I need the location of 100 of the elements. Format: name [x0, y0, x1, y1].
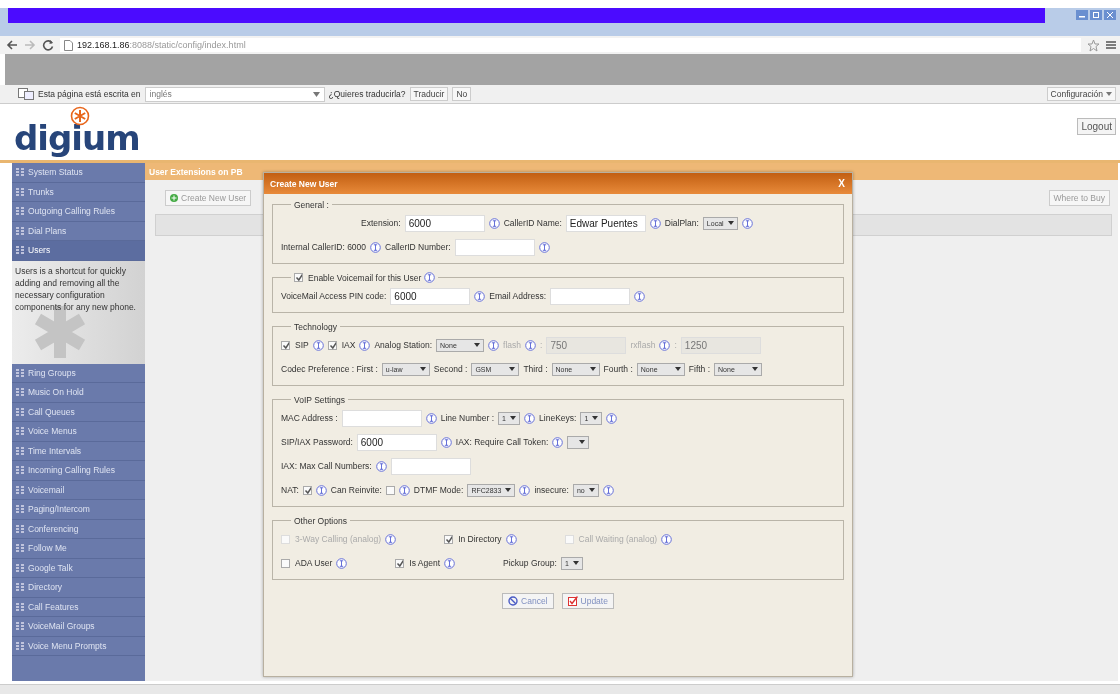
info-icon[interactable]: [336, 557, 348, 569]
checkbox[interactable]: [281, 340, 290, 350]
info-icon[interactable]: [398, 484, 410, 496]
menu-icon[interactable]: [1106, 40, 1116, 50]
input-field[interactable]: Edwar Puentes: [565, 214, 646, 232]
sidebar-item[interactable]: Users: [12, 241, 145, 261]
input-field[interactable]: 6000: [404, 214, 485, 232]
checkbox[interactable]: [327, 340, 337, 350]
field-label: LineKeys:: [539, 413, 577, 423]
maximize-icon[interactable]: [1090, 10, 1102, 20]
caret-icon: [588, 488, 595, 492]
checkbox-label[interactable]: SIP: [295, 340, 309, 350]
cancel-button[interactable]: Cancel: [502, 593, 554, 609]
grid-icon: [16, 583, 24, 592]
info-icon[interactable]: [741, 217, 753, 229]
info-icon[interactable]: [525, 339, 537, 351]
info-icon[interactable]: [488, 217, 500, 229]
info-icon[interactable]: [524, 412, 536, 424]
grid-icon: [16, 446, 24, 455]
grid-icon: [16, 602, 24, 611]
cancel-icon: [508, 596, 519, 606]
info-icon[interactable]: [488, 339, 500, 351]
info-icon[interactable]: [649, 217, 661, 229]
info-icon[interactable]: [538, 241, 550, 253]
back-icon[interactable]: [6, 39, 18, 51]
field-label: Extension:: [361, 218, 401, 228]
create-user-button[interactable]: Create New User: [165, 190, 252, 206]
checkbox[interactable]: [444, 534, 454, 544]
settings-button[interactable]: Configuración: [1046, 87, 1116, 101]
star-icon[interactable]: [1087, 38, 1100, 52]
input-field[interactable]: [341, 409, 422, 427]
close-icon[interactable]: [1104, 10, 1116, 20]
checkbox-label[interactable]: IAX: [341, 340, 356, 350]
field-label: DTMF Mode:: [413, 485, 464, 495]
checkbox[interactable]: [294, 273, 303, 282]
grid-icon: [16, 226, 24, 235]
input-field[interactable]: [390, 457, 471, 475]
reload-icon[interactable]: [42, 39, 54, 51]
info-icon[interactable]: [606, 412, 618, 424]
checkmark-icon: [303, 485, 311, 495]
input-field[interactable]: [550, 287, 631, 305]
checkbox[interactable]: [302, 485, 312, 495]
info-icon[interactable]: [440, 436, 452, 448]
input-field[interactable]: [454, 238, 535, 256]
field-label: Fourth :: [603, 364, 633, 374]
info-icon[interactable]: [424, 272, 436, 283]
address-field[interactable]: 192.168.1.86:8088/static/config/index.html: [60, 38, 1081, 52]
info-icon[interactable]: [370, 241, 382, 253]
field-label: CallerID Name:: [503, 218, 562, 228]
where-to-buy-button[interactable]: Where to Buy: [1048, 190, 1110, 206]
checkbox-label[interactable]: ADA User: [295, 558, 333, 568]
info-icon[interactable]: [505, 533, 517, 545]
checkmark-icon: [295, 273, 302, 282]
info-icon[interactable]: [375, 460, 387, 472]
info-icon[interactable]: [444, 557, 456, 569]
info-icon[interactable]: [359, 339, 371, 351]
field-label: rxflash: [630, 340, 656, 350]
checkbox[interactable]: [395, 558, 405, 568]
close-button[interactable]: X: [835, 178, 848, 189]
info-icon[interactable]: [312, 339, 324, 351]
info-icon[interactable]: [602, 484, 614, 496]
grid-icon: [16, 641, 24, 650]
minimize-icon[interactable]: [1076, 10, 1088, 20]
checkmark-icon: [567, 596, 578, 606]
info-icon[interactable]: [659, 339, 671, 351]
checkbox[interactable]: [385, 485, 395, 495]
language-dropdown[interactable]: inglés: [144, 86, 325, 102]
checkbox[interactable]: [281, 558, 290, 568]
page-icon: [64, 39, 73, 51]
translate-button[interactable]: No: [452, 87, 472, 101]
asterisk-icon: [70, 106, 90, 126]
field-label: CallerID Number:: [385, 242, 451, 252]
info-icon[interactable]: [474, 290, 486, 302]
field-label: SIP/IAX Password:: [281, 437, 353, 447]
info-icon[interactable]: [552, 436, 564, 448]
input-field[interactable]: 6000: [356, 433, 437, 451]
logout-button[interactable]: Logout: [1077, 118, 1116, 135]
grid-icon: [16, 544, 24, 553]
checkbox-label[interactable]: Is Agent: [409, 558, 441, 568]
horizontal-scrollbar[interactable]: [0, 684, 1120, 694]
translate-prompt: Esta página está escrita en: [38, 89, 141, 99]
dropdown[interactable]: [567, 435, 590, 449]
field-label: Email Address:: [489, 291, 547, 301]
checkmark-icon: [282, 340, 289, 350]
info-icon[interactable]: [315, 484, 327, 496]
input-field[interactable]: 6000: [390, 287, 471, 305]
translate-button[interactable]: Traducir: [409, 87, 449, 101]
info-icon[interactable]: [634, 290, 646, 302]
field-label: Third :: [523, 364, 548, 374]
info-icon[interactable]: [661, 533, 673, 545]
checkbox-label[interactable]: In Directory: [458, 534, 502, 544]
info-icon[interactable]: [425, 412, 437, 424]
update-button[interactable]: Update: [561, 593, 614, 609]
grid-icon: [16, 466, 24, 475]
grid-icon: [16, 168, 24, 177]
info-icon[interactable]: [519, 484, 531, 496]
grid-icon: [16, 246, 24, 255]
info-icon[interactable]: [385, 533, 397, 545]
field-label: Analog Station:: [374, 340, 433, 350]
field-label: Internal CallerID: 6000: [281, 242, 367, 252]
